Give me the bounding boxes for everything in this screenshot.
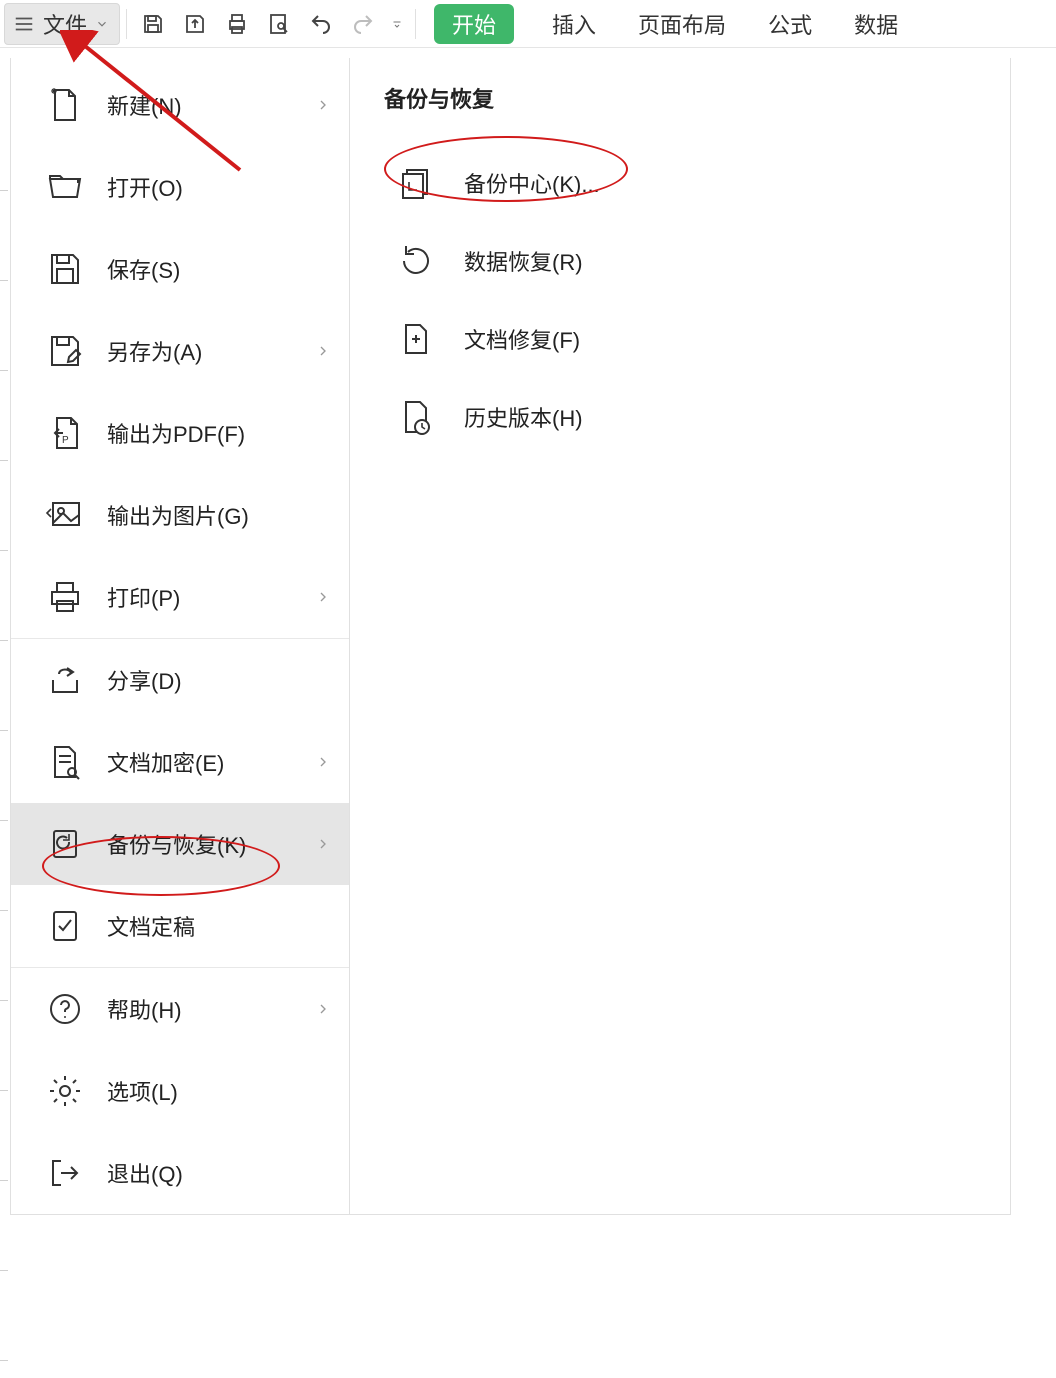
print-button[interactable] <box>217 4 257 44</box>
submenu-item-backup-center[interactable]: 备份中心(K)... <box>370 144 990 222</box>
menu-item-options[interactable]: 选项(L) <box>11 1050 349 1132</box>
hamburger-icon <box>13 13 35 35</box>
menu-item-label: 分享(D) <box>107 664 331 696</box>
file-menu-panel: 新建(N) 打开(O) 保存(S) <box>10 58 1011 1215</box>
submenu-item-label: 数据恢复(R) <box>464 245 583 277</box>
chevron-right-icon <box>315 589 331 605</box>
export-pdf-icon: P <box>45 413 85 453</box>
chevron-right-icon <box>315 836 331 852</box>
menu-item-export-image[interactable]: 输出为图片(G) <box>11 474 349 556</box>
print-preview-button[interactable] <box>259 4 299 44</box>
menu-item-export-pdf[interactable]: P 输出为PDF(F) <box>11 392 349 474</box>
menu-item-label: 打印(P) <box>107 581 293 613</box>
undo-button[interactable] <box>301 4 341 44</box>
save-icon <box>45 249 85 289</box>
print-icon <box>45 577 85 617</box>
doc-repair-icon <box>396 319 436 359</box>
chevron-down-icon <box>95 17 109 31</box>
toolbar-separator <box>415 9 416 39</box>
menu-item-label: 打开(O) <box>107 171 331 203</box>
redo-button[interactable] <box>343 4 383 44</box>
gear-icon <box>45 1071 85 1111</box>
chevron-right-icon <box>315 97 331 113</box>
exit-icon <box>45 1153 85 1193</box>
submenu-item-label: 备份中心(K)... <box>464 167 600 199</box>
svg-text:P: P <box>62 435 69 446</box>
save-as-cloud-button[interactable] <box>175 4 215 44</box>
tab-formula[interactable]: 公式 <box>764 4 816 44</box>
finalize-icon <box>45 906 85 946</box>
tab-page-layout[interactable]: 页面布局 <box>634 4 730 44</box>
ribbon-tabs: 开始 插入 页面布局 公式 数据 <box>434 4 902 44</box>
submenu-item-label: 历史版本(H) <box>464 401 583 433</box>
folder-open-icon <box>45 167 85 207</box>
chevron-right-icon <box>315 754 331 770</box>
menu-item-label: 输出为图片(G) <box>107 499 331 531</box>
share-icon <box>45 660 85 700</box>
row-gutter <box>0 60 10 1378</box>
menu-item-help[interactable]: 帮助(H) <box>11 968 349 1050</box>
menu-item-label: 输出为PDF(F) <box>107 417 331 449</box>
submenu-item-label: 文档修复(F) <box>464 323 580 355</box>
help-icon <box>45 989 85 1029</box>
backup-restore-icon <box>45 824 85 864</box>
menu-item-encrypt[interactable]: 文档加密(E) <box>11 721 349 803</box>
menu-item-exit[interactable]: 退出(Q) <box>11 1132 349 1214</box>
menu-item-open[interactable]: 打开(O) <box>11 146 349 228</box>
new-file-icon <box>45 85 85 125</box>
undo-dropdown[interactable] <box>385 18 409 30</box>
submenu-item-doc-repair[interactable]: 文档修复(F) <box>370 300 990 378</box>
menu-item-label: 备份与恢复(K) <box>107 828 293 860</box>
backup-center-icon <box>396 163 436 203</box>
submenu-item-history[interactable]: 历史版本(H) <box>370 378 990 456</box>
history-icon <box>396 397 436 437</box>
menu-item-label: 退出(Q) <box>107 1157 331 1189</box>
menu-item-label: 新建(N) <box>107 89 293 121</box>
file-menu-button[interactable]: 文件 <box>4 3 120 45</box>
encrypt-icon <box>45 742 85 782</box>
chevron-right-icon <box>315 343 331 359</box>
menu-item-share[interactable]: 分享(D) <box>11 639 349 721</box>
menu-item-backup-restore[interactable]: 备份与恢复(K) <box>11 803 349 885</box>
menu-item-label: 文档定稿 <box>107 910 331 942</box>
menu-item-label: 帮助(H) <box>107 993 293 1025</box>
submenu-panel: 备份与恢复 备份中心(K)... 数据恢复(R) <box>350 58 1010 1214</box>
menu-item-save-as[interactable]: 另存为(A) <box>11 310 349 392</box>
menu-item-label: 保存(S) <box>107 253 331 285</box>
submenu-item-data-recovery[interactable]: 数据恢复(R) <box>370 222 990 300</box>
menu-item-label: 选项(L) <box>107 1075 331 1107</box>
menu-item-finalize[interactable]: 文档定稿 <box>11 885 349 967</box>
menu-item-new[interactable]: 新建(N) <box>11 64 349 146</box>
tab-insert[interactable]: 插入 <box>548 4 600 44</box>
menu-item-print[interactable]: 打印(P) <box>11 556 349 638</box>
tab-data[interactable]: 数据 <box>850 4 902 44</box>
submenu-title: 备份与恢复 <box>384 82 990 114</box>
chevron-right-icon <box>315 1001 331 1017</box>
save-as-icon <box>45 331 85 371</box>
save-button[interactable] <box>133 4 173 44</box>
file-menu-label: 文件 <box>43 8 87 40</box>
data-recovery-icon <box>396 241 436 281</box>
export-image-icon <box>45 495 85 535</box>
menu-item-label: 另存为(A) <box>107 335 293 367</box>
tab-start[interactable]: 开始 <box>434 4 514 44</box>
toolbar-separator <box>126 9 127 39</box>
menu-item-label: 文档加密(E) <box>107 746 293 778</box>
file-menu-list: 新建(N) 打开(O) 保存(S) <box>11 58 350 1214</box>
menu-item-save[interactable]: 保存(S) <box>11 228 349 310</box>
toolbar: 文件 开始 插入 <box>0 0 1056 48</box>
